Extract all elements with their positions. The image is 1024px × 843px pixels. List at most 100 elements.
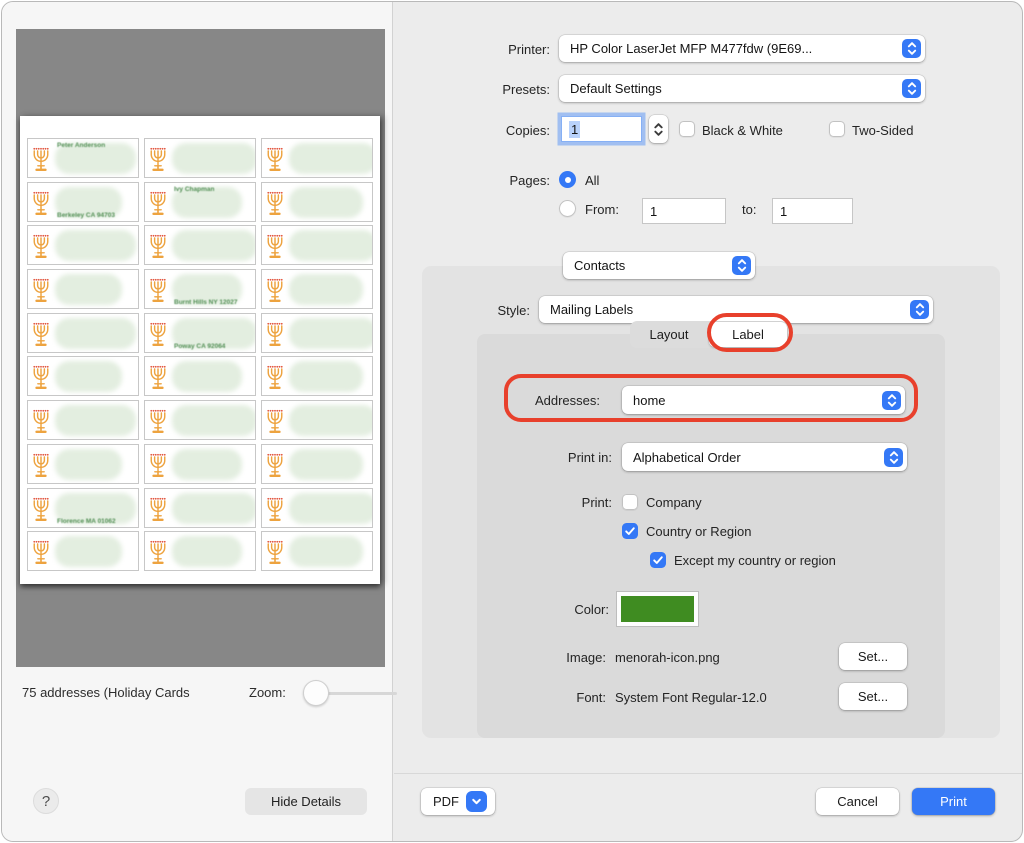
menorah-icon [149, 277, 167, 304]
print-in-popup[interactable]: Alphabetical Order [622, 443, 907, 471]
address-name-text: Peter Anderson [57, 142, 106, 149]
style-popup[interactable]: Mailing Labels [539, 296, 933, 323]
tab-label[interactable]: Label [709, 322, 787, 347]
help-button[interactable]: ? [33, 788, 59, 814]
updown-chevrons-icon [902, 79, 921, 98]
menorah-icon [32, 452, 50, 479]
chevron-down-icon[interactable] [466, 791, 487, 812]
pages-to-label: to: [742, 202, 757, 217]
address-label [261, 225, 373, 266]
menorah-icon [32, 408, 50, 435]
address-label [261, 400, 373, 441]
addresses-label: Addresses: [534, 393, 600, 408]
company-checkbox[interactable] [622, 494, 638, 510]
address-label [27, 269, 139, 310]
address-label [261, 531, 373, 572]
style-popup-value: Mailing Labels [550, 302, 634, 317]
layout-label-tabs: Layout Label [630, 321, 788, 348]
updown-chevrons-icon [910, 300, 929, 319]
pages-from-value: 1 [650, 203, 658, 219]
print-options-label: Print: [581, 495, 612, 510]
redacted-address-blob [172, 361, 243, 393]
presets-popup[interactable]: Default Settings [559, 75, 925, 102]
menorah-icon [32, 233, 50, 260]
two-sided-checkbox[interactable] [829, 121, 845, 137]
copies-field[interactable]: 1 [561, 116, 642, 142]
address-label [27, 225, 139, 266]
menorah-icon [266, 496, 284, 523]
print-dialog-window: Peter Anderson Berkeley CA 94703 Ivy Chapm… [1, 1, 1023, 842]
menorah-icon [32, 190, 50, 217]
updown-chevrons-icon [884, 447, 903, 467]
font-value: System Font Regular-12.0 [615, 690, 767, 705]
address-label [27, 531, 139, 572]
updown-chevrons-icon [882, 390, 901, 410]
redacted-address-blob [55, 317, 137, 349]
cancel-button[interactable]: Cancel [816, 788, 899, 815]
country-label: Country or Region [646, 524, 752, 539]
pages-from-field[interactable]: 1 [642, 198, 726, 224]
menorah-icon [266, 321, 284, 348]
color-well[interactable] [616, 591, 699, 627]
black-white-checkbox[interactable] [679, 121, 695, 137]
printer-popup[interactable]: HP Color LaserJet MFP M477fdw (9E69... [559, 35, 925, 62]
image-filename: menorah-icon.png [615, 650, 720, 665]
app-section-popup[interactable]: Contacts [563, 252, 755, 279]
redacted-address-blob [55, 405, 137, 437]
company-label: Company [646, 495, 702, 510]
image-set-button[interactable]: Set... [839, 643, 907, 670]
menorah-icon [266, 364, 284, 391]
address-label: Peter Anderson [27, 138, 139, 178]
menorah-icon [32, 496, 50, 523]
print-button[interactable]: Print [912, 788, 995, 815]
pages-all-radio[interactable] [559, 171, 576, 188]
app-section-popup-value: Contacts [574, 258, 626, 273]
menorah-icon [149, 539, 167, 566]
redacted-address-blob [289, 143, 372, 174]
presets-popup-value: Default Settings [570, 81, 662, 96]
redacted-address-blob [55, 361, 123, 393]
redacted-address-blob [289, 361, 363, 393]
except-country-checkbox[interactable] [650, 552, 666, 568]
copies-stepper[interactable] [649, 115, 668, 143]
address-label [261, 443, 373, 484]
country-checkbox[interactable] [622, 523, 638, 539]
pdf-button-label: PDF [433, 794, 459, 809]
address-label [261, 312, 373, 353]
tab-layout[interactable]: Layout [630, 321, 708, 348]
address-label [261, 487, 373, 528]
pages-to-field[interactable]: 1 [772, 198, 853, 224]
address-count-text: 75 addresses (Holiday Cards [22, 685, 190, 700]
address-label [144, 356, 256, 397]
updown-chevrons-icon [732, 256, 751, 275]
redacted-address-blob [55, 230, 137, 262]
menorah-icon [266, 277, 284, 304]
menorah-icon [266, 146, 284, 173]
color-label: Color: [574, 602, 609, 617]
address-label [144, 400, 256, 441]
question-mark-icon: ? [41, 792, 51, 810]
font-set-button[interactable]: Set... [839, 683, 907, 710]
menorah-icon [149, 452, 167, 479]
address-label [261, 269, 373, 310]
address-label [144, 443, 256, 484]
address-label [144, 138, 256, 178]
pages-to-value: 1 [780, 203, 788, 219]
pdf-button[interactable]: PDF [421, 788, 495, 815]
address-label: Berkeley CA 94703 [27, 181, 139, 222]
pages-range-radio[interactable] [559, 200, 576, 217]
print-in-label: Print in: [567, 450, 612, 465]
menorah-icon [149, 496, 167, 523]
menorah-icon [32, 321, 50, 348]
menorah-icon [149, 190, 167, 217]
hide-details-button[interactable]: Hide Details [245, 788, 367, 815]
address-label: Poway CA 92064 [144, 312, 256, 353]
menorah-icon [149, 321, 167, 348]
addresses-popup[interactable]: home [622, 386, 905, 414]
preview-background: Peter Anderson Berkeley CA 94703 Ivy Chapm… [16, 29, 385, 667]
redacted-address-blob [55, 274, 123, 306]
zoom-slider-knob[interactable] [303, 680, 329, 706]
redacted-address-blob [289, 448, 363, 480]
address-label: Ivy Chapman [144, 181, 256, 222]
redacted-address-blob [172, 448, 243, 480]
